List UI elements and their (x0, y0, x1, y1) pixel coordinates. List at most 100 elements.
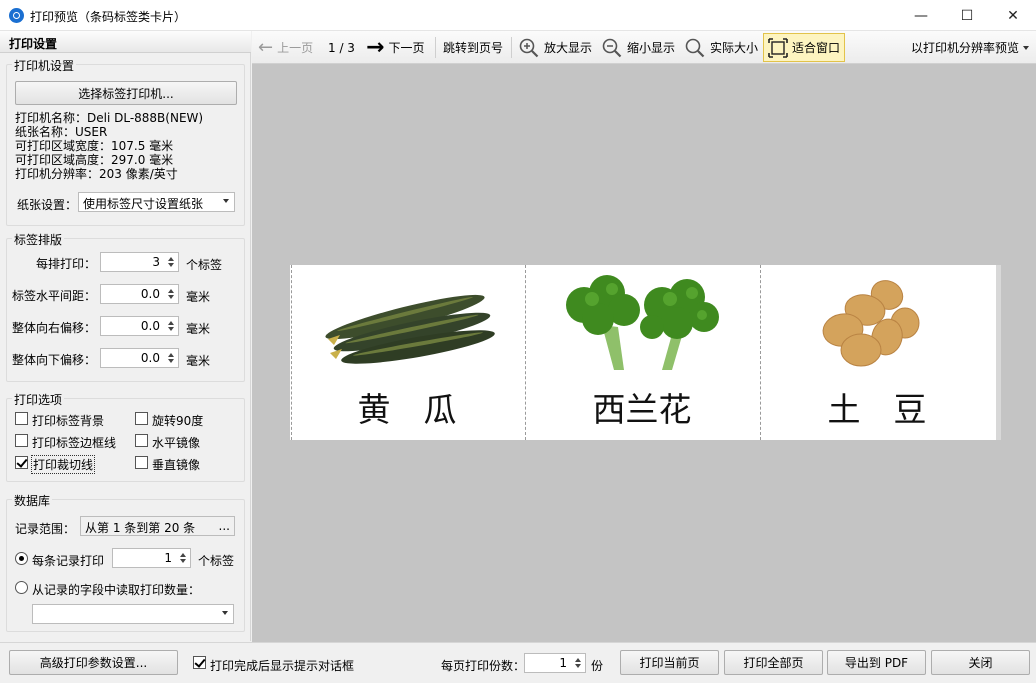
page-indicator: 1 / 3 (328, 40, 355, 55)
spin-up-icon[interactable] (168, 321, 174, 325)
spin-up-icon[interactable] (180, 553, 186, 557)
per-record-value: 1 (164, 551, 172, 565)
h-gap-value: 0.0 (140, 287, 160, 301)
app-icon (9, 8, 24, 23)
paper-setting-value: 使用标签尺寸设置纸张 (83, 197, 204, 211)
print-border-label: 打印标签边框线 (32, 436, 117, 450)
printer-group-title: 打印机设置 (12, 57, 77, 74)
field-select[interactable] (32, 604, 234, 624)
mirror-h-label: 水平镜像 (152, 436, 201, 450)
settings-panel-header: 打印设置 (0, 31, 251, 53)
zoom-in-icon (519, 38, 539, 57)
goto-page-button[interactable]: 跳转到页号 (443, 31, 503, 64)
chevron-down-icon (222, 611, 228, 615)
rotate90-checkbox[interactable] (135, 412, 148, 425)
print-bg-checkbox[interactable] (15, 412, 28, 425)
per-record-label: 每条记录打印 (32, 554, 105, 568)
down-offset-value: 0.0 (140, 351, 160, 365)
record-range-value: 从第 1 条到第 20 条 (85, 521, 196, 535)
print-width: 可打印区域宽度：107.5 毫米 (15, 139, 174, 153)
magnifier-icon (685, 38, 705, 57)
mirror-h-checkbox[interactable] (135, 434, 148, 447)
printer-resolution: 打印机分辨率：203 像素/英寸 (15, 167, 178, 181)
fit-window-button[interactable]: 适合窗口 (763, 33, 846, 62)
print-current-button[interactable]: 打印当前页 (620, 650, 719, 675)
zoom-out-button[interactable]: 缩小显示 (602, 31, 675, 64)
per-row-unit: 个标签 (186, 258, 223, 272)
record-range-browse-button[interactable]: ... (219, 519, 230, 533)
print-border-checkbox[interactable] (15, 434, 28, 447)
per-record-radio[interactable] (15, 552, 28, 565)
spin-down-icon[interactable] (168, 295, 174, 299)
mirror-v-label: 垂直镜像 (152, 458, 201, 472)
actual-size-button[interactable]: 实际大小 (685, 31, 758, 64)
right-offset-unit: 毫米 (186, 322, 211, 336)
right-offset-stepper[interactable]: 0.0 (100, 316, 179, 336)
per-row-value: 3 (152, 255, 160, 269)
copies-value: 1 (559, 656, 567, 670)
cucumber-image (325, 294, 495, 364)
per-row-label: 每排打印： (36, 257, 97, 271)
layout-group-title: 标签排版 (12, 231, 65, 248)
spin-up-icon[interactable] (168, 257, 174, 261)
select-printer-button[interactable]: 选择标签打印机... (15, 81, 237, 105)
potato-image (822, 280, 920, 367)
spin-down-icon[interactable] (575, 664, 581, 668)
mirror-v-checkbox[interactable] (135, 456, 148, 469)
record-range-field[interactable]: 从第 1 条到第 20 条 ... (80, 516, 235, 536)
h-gap-unit: 毫米 (186, 290, 211, 304)
next-page-button[interactable]: → 下一页 (366, 31, 424, 64)
toolbar-separator (435, 37, 436, 58)
arrow-right-icon: → (366, 34, 385, 60)
spin-up-icon[interactable] (168, 289, 174, 293)
prev-page-label: 上一页 (277, 41, 314, 55)
zoom-out-icon (602, 38, 622, 57)
right-offset-value: 0.0 (140, 319, 160, 333)
zoom-out-label: 缩小显示 (627, 41, 676, 55)
card-label: 土 豆 (827, 390, 927, 429)
print-cutline-label: 打印裁切线 (31, 455, 96, 474)
from-field-label: 从记录的字段中读取打印数量： (32, 583, 201, 597)
copies-stepper[interactable]: 1 (524, 653, 586, 673)
paper-setting-select[interactable]: 使用标签尺寸设置纸张 (78, 192, 235, 212)
chevron-down-icon (1023, 45, 1030, 50)
broccoli-image (566, 275, 719, 370)
spin-up-icon[interactable] (575, 658, 581, 662)
arrow-left-icon: ← (258, 36, 274, 58)
spin-up-icon[interactable] (168, 353, 174, 357)
close-window-button[interactable]: ✕ (990, 0, 1036, 31)
spin-down-icon[interactable] (168, 359, 174, 363)
minimize-button[interactable]: — (898, 0, 944, 31)
card-label: 西兰花 (592, 390, 692, 429)
h-gap-stepper[interactable]: 0.0 (100, 284, 179, 304)
show-prompt-checkbox[interactable] (193, 656, 206, 669)
next-page-label: 下一页 (388, 41, 425, 55)
per-row-stepper[interactable]: 3 (100, 252, 179, 272)
spin-down-icon[interactable] (168, 327, 174, 331)
spin-down-icon[interactable] (180, 559, 186, 563)
chevron-down-icon (223, 199, 229, 203)
printer-name: 打印机名称：Deli DL-888B(NEW) (15, 111, 204, 125)
down-offset-stepper[interactable]: 0.0 (100, 348, 179, 368)
show-prompt-label: 打印完成后显示提示对话框 (210, 659, 355, 673)
prev-page-button[interactable]: ← 上一页 (258, 31, 313, 64)
fit-window-icon (768, 37, 788, 58)
per-record-stepper[interactable]: 1 (112, 548, 191, 568)
paper-setting-label: 纸张设置： (17, 198, 78, 212)
zoom-in-button[interactable]: 放大显示 (519, 31, 592, 64)
print-cutline-checkbox[interactable] (15, 456, 28, 469)
maximize-button[interactable]: ☐ (944, 0, 990, 31)
print-all-button[interactable]: 打印全部页 (724, 650, 823, 675)
from-field-radio[interactable] (15, 581, 28, 594)
card-label: 黄 瓜 (357, 390, 457, 429)
preview-mode-label: 以打印机分辨率预览 (911, 41, 1020, 55)
window-title: 打印预览（条码标签类卡片） (30, 10, 187, 24)
paper-name: 纸张名称：USER (15, 125, 108, 139)
close-button[interactable]: 关闭 (931, 650, 1030, 675)
advanced-settings-button[interactable]: 高级打印参数设置... (9, 650, 178, 675)
preview-mode-dropdown[interactable]: 以打印机分辨率预览 (911, 31, 1030, 64)
export-pdf-button[interactable]: 导出到 PDF (827, 650, 926, 675)
label-page: 黄 瓜 西兰花 土 豆 (290, 265, 996, 440)
spin-down-icon[interactable] (168, 263, 174, 267)
h-gap-label: 标签水平间距： (12, 289, 97, 303)
